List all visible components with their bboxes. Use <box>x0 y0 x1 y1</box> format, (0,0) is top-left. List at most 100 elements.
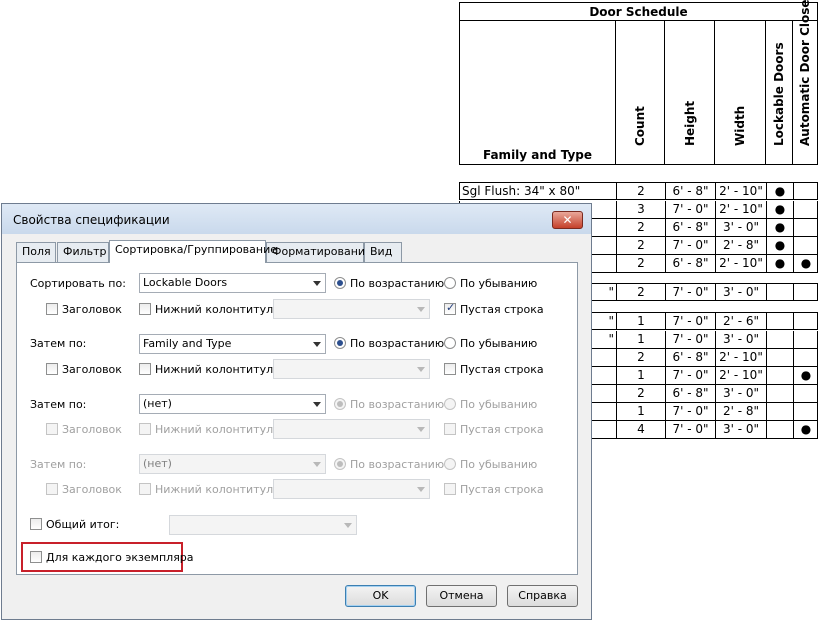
sort3-ascending-label: По возрастанию <box>350 398 445 411</box>
schedule-cell-lock <box>766 349 793 366</box>
sort2-header-label: Заголовок <box>62 363 122 376</box>
schedule-cell-width: 2' - 10" <box>715 255 766 272</box>
help-button[interactable]: Справка <box>507 585 578 607</box>
schedule-cell-height: 6' - 8" <box>665 349 715 366</box>
schedule-cell-count: 4 <box>616 421 665 438</box>
sort1-descending-label: По убыванию <box>460 277 538 290</box>
sort2-ascending-label: По возрастанию <box>350 337 445 350</box>
tab-sorting-grouping[interactable]: Сортировка/Группирование <box>109 240 277 263</box>
schedule-row: Sgl Flush: 34" x 80" 2 6' - 8" 2' - 10" ● <box>459 182 818 200</box>
schedule-cell-width: 2' - 10" <box>715 183 766 200</box>
column-header-count: Count <box>615 21 665 165</box>
chevron-down-icon <box>313 281 321 286</box>
schedule-cell-auto: ● <box>793 421 818 438</box>
sort2-blank-line-label: Пустая строка <box>460 363 544 376</box>
schedule-cell-count: 2 <box>616 219 665 236</box>
chevron-down-icon <box>417 367 425 372</box>
sort4-ascending-radio[interactable] <box>334 458 346 470</box>
chevron-down-icon <box>313 402 321 407</box>
itemize-label: Для каждого экземпляра <box>46 551 194 564</box>
schedule-cell-height: 6' - 8" <box>665 219 715 236</box>
ok-button[interactable]: OK <box>345 585 416 607</box>
sort3-blank-line-checkbox[interactable] <box>444 423 456 435</box>
sort4-descending-radio[interactable] <box>444 458 456 470</box>
column-header-height: Height <box>664 21 715 165</box>
column-header-family: Family and Type <box>459 21 616 165</box>
tab-view[interactable]: Вид <box>364 242 402 262</box>
sort3-footer-label: Нижний колонтитул: <box>155 423 277 436</box>
grand-total-checkbox[interactable] <box>30 518 42 530</box>
tab-formatting[interactable]: Форматирование <box>266 242 372 262</box>
sort3-header-checkbox[interactable] <box>46 423 58 435</box>
grand-total-label: Общий итог: <box>46 518 120 531</box>
grand-total-select[interactable] <box>169 515 357 535</box>
schedule-cell-width: 2' - 8" <box>715 403 766 420</box>
sort2-blank-line-checkbox[interactable] <box>444 363 456 375</box>
schedule-cell-auto <box>793 237 818 254</box>
schedule-cell-height: 7' - 0" <box>665 201 715 218</box>
tab-fields[interactable]: Поля <box>16 242 56 262</box>
sort2-ascending-radio[interactable] <box>334 337 346 349</box>
schedule-cell-height: 7' - 0" <box>665 403 715 420</box>
schedule-cell-family: Sgl Flush: 34" x 80" <box>462 184 581 198</box>
then-by-1-select[interactable]: Family and Type <box>139 334 326 354</box>
sort4-footer-select[interactable] <box>273 479 430 499</box>
sort4-footer-label: Нижний колонтитул: <box>155 483 277 496</box>
sort3-ascending-radio[interactable] <box>334 398 346 410</box>
schedule-cell-lock: ● <box>766 183 793 200</box>
schedule-cell-height: 7' - 0" <box>665 367 715 384</box>
close-button[interactable]: ✕ <box>552 211 583 229</box>
sort3-descending-radio[interactable] <box>444 398 456 410</box>
schedule-cell-height: 6' - 8" <box>665 183 715 200</box>
then-by-2-select[interactable]: (нет) <box>139 394 326 414</box>
schedule-cell-width: 3' - 0" <box>715 385 766 402</box>
sort4-blank-line-checkbox[interactable] <box>444 483 456 495</box>
sort-by-select[interactable]: Lockable Doors <box>139 273 326 293</box>
sort4-blank-line-label: Пустая строка <box>460 483 544 496</box>
schedule-cell-auto <box>793 313 818 330</box>
chevron-down-icon <box>417 307 425 312</box>
schedule-cell-lock <box>766 331 793 348</box>
sort1-footer-label: Нижний колонтитул: <box>155 303 277 316</box>
sort1-footer-checkbox[interactable] <box>139 303 151 315</box>
cancel-button[interactable]: Отмена <box>426 585 497 607</box>
schedule-cell-auto <box>793 403 818 420</box>
sort1-blank-line-checkbox[interactable]: ✓ <box>444 301 456 315</box>
schedule-cell-lock: ● <box>766 201 793 218</box>
sort1-header-checkbox[interactable] <box>46 303 58 315</box>
schedule-cell-count: 1 <box>616 367 665 384</box>
schedule-cell-lock <box>766 367 793 384</box>
sort3-footer-checkbox[interactable] <box>139 423 151 435</box>
then-by-3-select[interactable]: (нет) <box>139 454 326 474</box>
schedule-cell-count: 1 <box>616 313 665 330</box>
itemize-checkbox[interactable] <box>30 551 42 563</box>
sort2-footer-select[interactable] <box>273 359 430 379</box>
sort3-footer-select[interactable] <box>273 419 430 439</box>
schedule-cell-auto <box>793 183 818 200</box>
dialog-title: Свойства спецификации <box>13 213 170 227</box>
sort2-footer-checkbox[interactable] <box>139 363 151 375</box>
sort1-blank-line-label: Пустая строка <box>460 303 544 316</box>
schedule-cell-lock <box>766 284 793 301</box>
sort2-header-checkbox[interactable] <box>46 363 58 375</box>
checkmark-icon: ✓ <box>446 301 456 314</box>
sort1-ascending-radio[interactable] <box>334 277 346 289</box>
schedule-cell-height: 6' - 8" <box>665 385 715 402</box>
schedule-cell-width: 3' - 0" <box>715 421 766 438</box>
schedule-cell-width: 3' - 0" <box>715 331 766 348</box>
then-by-1-label: Затем по: <box>30 337 87 350</box>
schedule-cell-height: 7' - 0" <box>665 284 715 301</box>
tab-filter[interactable]: Фильтр <box>57 242 109 262</box>
schedule-cell-width: 3' - 0" <box>715 284 766 301</box>
schedule-cell-height: 7' - 0" <box>665 331 715 348</box>
schedule-cell-height: 7' - 0" <box>665 421 715 438</box>
sort2-descending-radio[interactable] <box>444 337 456 349</box>
schedule-cell-width: 2' - 8" <box>715 237 766 254</box>
sort2-footer-label: Нижний колонтитул: <box>155 363 277 376</box>
schedule-title: Door Schedule <box>459 2 818 21</box>
sort1-descending-radio[interactable] <box>444 277 456 289</box>
sort4-header-checkbox[interactable] <box>46 483 58 495</box>
sort1-footer-select[interactable] <box>273 299 430 319</box>
sort4-footer-checkbox[interactable] <box>139 483 151 495</box>
column-header-auto-closer: Automatic Door Closer <box>792 0 818 165</box>
